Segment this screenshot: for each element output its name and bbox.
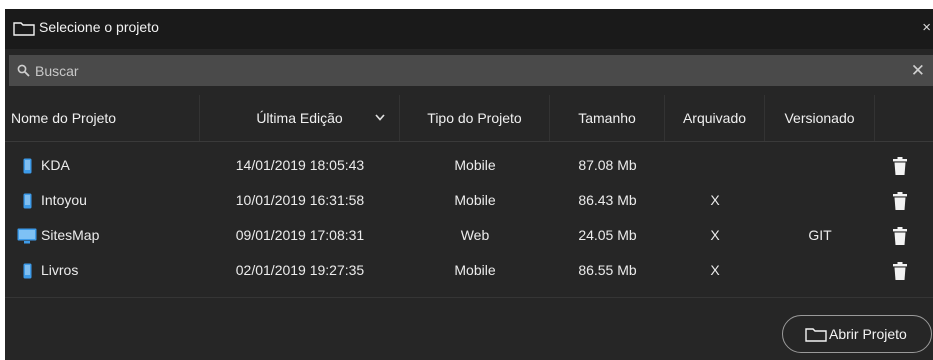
footer-divider [5,297,933,298]
clear-search-icon[interactable]: ✕ [911,61,925,81]
project-archived: X [710,192,720,208]
project-archived [665,148,765,183]
project-versioned: GIT [808,227,832,243]
search-icon [17,64,30,77]
project-last-edit: 02/01/2019 19:27:35 [235,262,365,278]
project-last-edit: 10/01/2019 16:31:58 [235,192,365,208]
column-header-type[interactable]: Tipo do Projeto [400,95,550,141]
project-name: Livros [41,262,79,278]
column-header-name[interactable]: Nome do Projeto [5,95,200,141]
project-size: 86.43 Mb [578,192,637,208]
project-last-edit: 14/01/2019 18:05:43 [235,157,365,173]
mobile-icon [23,148,32,183]
project-type: Mobile [454,192,496,208]
column-header-archived[interactable]: Arquivado [665,95,765,141]
project-archived: X [710,227,720,243]
project-name: SitesMap [41,227,100,243]
project-name: Intoyou [41,192,87,208]
trash-icon[interactable] [893,192,907,210]
folder-icon [13,22,35,36]
project-versioned [765,253,875,288]
open-project-button[interactable]: Abrir Projeto [782,315,932,353]
table-row[interactable]: Livros 02/01/2019 19:27:35 Mobile 86.55 … [5,253,933,288]
project-type: Mobile [454,157,496,173]
projects-table: Nome do Projeto Última Edição Tipo do Pr… [5,95,933,288]
table-row[interactable]: SitesMap 09/01/2019 17:08:31 Web 24.05 M… [5,218,933,253]
project-dialog: Selecione o projeto × ✕ Nome do Projeto … [5,9,933,360]
trash-icon[interactable] [893,157,907,175]
trash-icon[interactable] [893,227,907,245]
chevron-down-icon [375,114,385,121]
trash-icon[interactable] [893,262,907,280]
project-size: 24.05 Mb [578,227,637,243]
column-header-versioned[interactable]: Versionado [765,95,875,141]
project-versioned [765,183,875,218]
mobile-icon [23,253,32,288]
search-input[interactable] [35,55,895,86]
monitor-icon [17,218,37,253]
folder-icon [805,328,827,342]
project-type: Web [460,227,490,243]
column-header-actions [875,95,933,141]
project-size: 86.55 Mb [578,262,637,278]
project-archived: X [710,262,720,278]
column-header-size[interactable]: Tamanho [550,95,665,141]
close-icon[interactable]: × [922,19,931,36]
table-row[interactable]: Intoyou 10/01/2019 16:31:58 Mobile 86.43… [5,183,933,218]
table-header: Nome do Projeto Última Edição Tipo do Pr… [5,95,933,142]
column-header-last-edit-label: Última Edição [256,110,343,126]
open-project-label: Abrir Projeto [829,326,907,342]
project-versioned [765,148,875,183]
project-name: KDA [41,157,70,173]
project-last-edit: 09/01/2019 17:08:31 [235,227,365,243]
project-type: Mobile [454,262,496,278]
table-row[interactable]: KDA 14/01/2019 18:05:43 Mobile 87.08 Mb [5,148,933,183]
search-bar: ✕ [9,55,933,86]
project-size: 87.08 Mb [578,157,637,173]
dialog-titlebar: Selecione o projeto × [5,9,933,49]
mobile-icon [23,183,32,218]
column-header-last-edit[interactable]: Última Edição [200,95,400,141]
dialog-title: Selecione o projeto [39,19,159,35]
